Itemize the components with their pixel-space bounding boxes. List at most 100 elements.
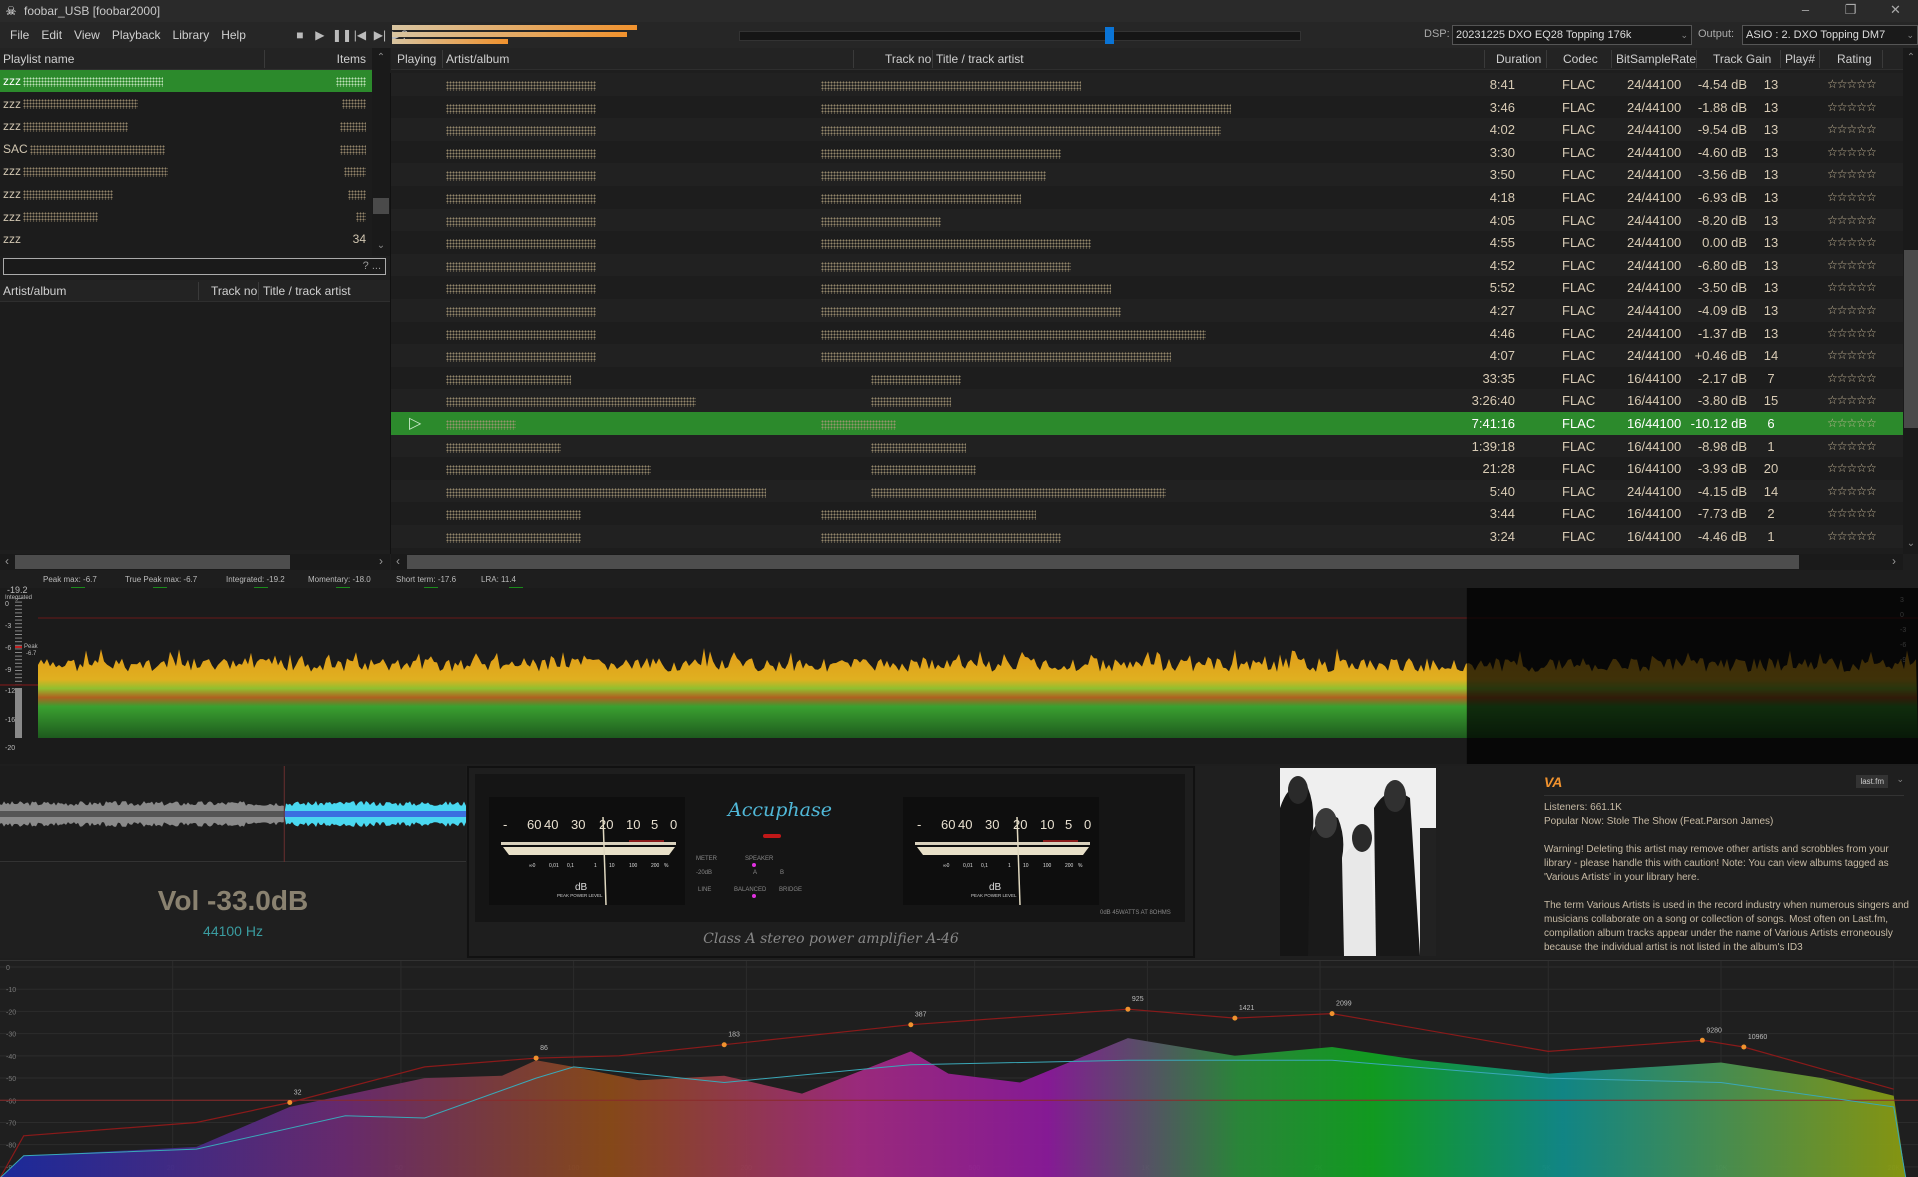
playlist-hscrollbar[interactable]: ‹ › bbox=[391, 554, 1903, 570]
scroll-up-icon[interactable]: ⌃ bbox=[1903, 52, 1918, 66]
playlist-manager-scrollbar[interactable]: ⌃ ⌄ bbox=[372, 48, 390, 256]
library-search-input[interactable]: ? ... bbox=[3, 258, 386, 275]
minimize-button[interactable]: – bbox=[1783, 0, 1828, 22]
playlist-track-row[interactable]: 3:44 FLAC 16/44100 -7.73 dB 2 ☆☆☆☆☆ bbox=[391, 502, 1903, 525]
playlist-track-row[interactable]: 3:24 FLAC 16/44100 -4.46 dB 1 ☆☆☆☆☆ bbox=[391, 525, 1903, 548]
next-icon[interactable]: ▶| bbox=[372, 28, 388, 42]
close-button[interactable]: ✕ bbox=[1873, 0, 1918, 22]
chevron-down-icon[interactable]: ⌄ bbox=[1896, 774, 1904, 785]
playlist-item[interactable]: zzz 34 bbox=[0, 228, 372, 250]
restore-button[interactable]: ❐ bbox=[1828, 0, 1873, 22]
playlist-track-row[interactable]: 3:46 FLAC 24/44100 -1.88 dB 13 ☆☆☆☆☆ bbox=[391, 96, 1903, 119]
track-rating[interactable]: ☆☆☆☆☆ bbox=[1827, 303, 1877, 317]
track-rating[interactable]: ☆☆☆☆☆ bbox=[1827, 416, 1877, 430]
playlist-track-row[interactable]: 4:02 FLAC 24/44100 -9.54 dB 13 ☆☆☆☆☆ bbox=[391, 118, 1903, 141]
column-playing[interactable]: Playing bbox=[397, 52, 436, 66]
playlist-item[interactable]: zzz bbox=[0, 206, 372, 228]
scrollbar-thumb[interactable] bbox=[15, 555, 290, 569]
playlist-track-row[interactable]: 21:28 FLAC 16/44100 -3.93 dB 20 ☆☆☆☆☆ bbox=[391, 457, 1903, 480]
track-rating[interactable]: ☆☆☆☆☆ bbox=[1827, 371, 1877, 385]
column-duration[interactable]: Duration bbox=[1496, 52, 1541, 66]
column-artist-album[interactable]: Artist/album bbox=[3, 284, 66, 298]
scroll-right-icon[interactable]: › bbox=[1887, 554, 1901, 568]
playlist-track-row[interactable]: 8:41 FLAC 24/44100 -4.54 dB 13 ☆☆☆☆☆ bbox=[391, 73, 1903, 96]
playlist-item[interactable]: zzz bbox=[0, 115, 372, 137]
track-rating[interactable]: ☆☆☆☆☆ bbox=[1827, 280, 1877, 294]
library-hscrollbar[interactable]: ‹ › bbox=[0, 554, 390, 570]
menu-playback[interactable]: Playback bbox=[106, 22, 167, 48]
track-rating[interactable]: ☆☆☆☆☆ bbox=[1827, 529, 1877, 543]
volume-meter[interactable] bbox=[392, 25, 742, 45]
playlist-item[interactable]: SAC bbox=[0, 138, 372, 160]
playlist-track-row[interactable]: 3:30 FLAC 24/44100 -4.60 dB 13 ☆☆☆☆☆ bbox=[391, 141, 1903, 164]
playlist-track-row[interactable]: 5:40 FLAC 24/44100 -4.15 dB 14 ☆☆☆☆☆ bbox=[391, 479, 1903, 503]
pause-icon[interactable]: ❚❚ bbox=[332, 28, 352, 42]
playlist-track-row[interactable]: 1:39:18 FLAC 16/44100 -8.98 dB 1 ☆☆☆☆☆ bbox=[391, 434, 1903, 458]
track-rating[interactable]: ☆☆☆☆☆ bbox=[1827, 348, 1877, 362]
column-play-count[interactable]: Play# bbox=[1785, 52, 1815, 66]
scroll-down-icon[interactable]: ⌄ bbox=[1903, 538, 1918, 552]
track-rating[interactable]: ☆☆☆☆☆ bbox=[1827, 190, 1877, 204]
playlist-track-row[interactable]: 4:07 FLAC 24/44100 +0.46 dB 14 ☆☆☆☆☆ bbox=[391, 344, 1903, 367]
playlist-item[interactable]: zzz bbox=[0, 93, 372, 115]
playlist-track-row[interactable]: 4:52 FLAC 24/44100 -6.80 dB 13 ☆☆☆☆☆ bbox=[391, 253, 1903, 277]
column-bitsamplerate[interactable]: BitSampleRate bbox=[1616, 52, 1696, 66]
playlist-track-row[interactable]: 4:05 FLAC 24/44100 -8.20 dB 13 ☆☆☆☆☆ bbox=[391, 208, 1903, 232]
output-select[interactable]: ASIO : 2. DXO Topping DM7 ⌄ bbox=[1742, 25, 1918, 45]
lastfm-source-button[interactable]: last.fm bbox=[1856, 775, 1888, 788]
playlist-track-row[interactable]: 4:27 FLAC 24/44100 -4.09 dB 13 ☆☆☆☆☆ bbox=[391, 299, 1903, 322]
column-title[interactable]: Title / track artist bbox=[936, 52, 1024, 66]
track-rating[interactable]: ☆☆☆☆☆ bbox=[1827, 484, 1877, 498]
column-track-no[interactable]: Track no bbox=[211, 284, 257, 298]
column-artist-album[interactable]: Artist/album bbox=[446, 52, 509, 66]
previous-icon[interactable]: |◀ bbox=[352, 28, 368, 42]
seek-thumb[interactable] bbox=[1104, 27, 1114, 44]
track-rating[interactable]: ☆☆☆☆☆ bbox=[1827, 77, 1877, 91]
playlist-item[interactable]: zzz bbox=[0, 70, 372, 92]
playlist-track-row[interactable]: 33:35 FLAC 16/44100 -2.17 dB 7 ☆☆☆☆☆ bbox=[391, 367, 1903, 390]
playlist-item[interactable]: zzz bbox=[0, 183, 372, 205]
track-rating[interactable]: ☆☆☆☆☆ bbox=[1827, 326, 1877, 340]
menu-library[interactable]: Library bbox=[167, 22, 216, 48]
track-rating[interactable]: ☆☆☆☆☆ bbox=[1827, 258, 1877, 272]
playlist-item[interactable]: zzz bbox=[0, 160, 372, 182]
column-items[interactable]: Items bbox=[337, 52, 366, 66]
track-rating[interactable]: ☆☆☆☆☆ bbox=[1827, 439, 1877, 453]
artist-name[interactable]: VA bbox=[1544, 774, 1562, 790]
playlist-track-row[interactable]: 3:26:40 FLAC 16/44100 -3.80 dB 15 ☆☆☆☆☆ bbox=[391, 389, 1903, 412]
scrollbar-thumb[interactable] bbox=[407, 555, 1799, 569]
scrollbar-thumb[interactable] bbox=[1904, 250, 1918, 428]
scrollbar-thumb[interactable] bbox=[373, 198, 389, 214]
scroll-right-icon[interactable]: › bbox=[374, 554, 388, 568]
scroll-left-icon[interactable]: ‹ bbox=[391, 554, 405, 568]
track-rating[interactable]: ☆☆☆☆☆ bbox=[1827, 213, 1877, 227]
stop-icon[interactable]: ■ bbox=[292, 28, 308, 42]
track-rating[interactable]: ☆☆☆☆☆ bbox=[1827, 506, 1877, 520]
track-rating[interactable]: ☆☆☆☆☆ bbox=[1827, 167, 1877, 181]
column-track-no[interactable]: Track no bbox=[885, 52, 931, 66]
column-title[interactable]: Title / track artist bbox=[263, 284, 351, 298]
waveform-seekbar[interactable] bbox=[0, 766, 466, 862]
playlist-track-row[interactable]: 4:46 FLAC 24/44100 -1.37 dB 13 ☆☆☆☆☆ bbox=[391, 322, 1903, 345]
track-rating[interactable]: ☆☆☆☆☆ bbox=[1827, 235, 1877, 249]
playlist-scrollbar[interactable]: ⌃ ⌄ bbox=[1903, 48, 1918, 554]
playlist-track-row[interactable]: 3:50 FLAC 24/44100 -3.56 dB 13 ☆☆☆☆☆ bbox=[391, 163, 1903, 186]
track-rating[interactable]: ☆☆☆☆☆ bbox=[1827, 393, 1877, 407]
playlist-track-row[interactable]: 4:18 FLAC 24/44100 -6.93 dB 13 ☆☆☆☆☆ bbox=[391, 186, 1903, 209]
scroll-up-icon[interactable]: ⌃ bbox=[372, 52, 390, 66]
waveform[interactable] bbox=[0, 766, 466, 862]
seek-bar[interactable] bbox=[739, 27, 1301, 44]
track-rating[interactable]: ☆☆☆☆☆ bbox=[1827, 100, 1877, 114]
column-playlist-name[interactable]: Playlist name bbox=[3, 52, 74, 66]
dsp-select[interactable]: 20231225 DXO EQ28 Topping 176k ⌄ bbox=[1452, 25, 1692, 45]
playlist-track-row[interactable]: ▷ 7:41:16 FLAC 16/44100 -10.12 dB 6 ☆☆☆☆☆ bbox=[391, 412, 1903, 435]
playlist-track-row[interactable]: 5:52 FLAC 24/44100 -3.50 dB 13 ☆☆☆☆☆ bbox=[391, 276, 1903, 299]
column-track-gain[interactable]: Track Gain bbox=[1713, 52, 1771, 66]
menu-help[interactable]: Help bbox=[215, 22, 252, 48]
menu-view[interactable]: View bbox=[68, 22, 106, 48]
menu-file[interactable]: File bbox=[4, 22, 35, 48]
scroll-left-icon[interactable]: ‹ bbox=[0, 554, 14, 568]
track-rating[interactable]: ☆☆☆☆☆ bbox=[1827, 122, 1877, 136]
scroll-down-icon[interactable]: ⌄ bbox=[372, 240, 390, 254]
track-rating[interactable]: ☆☆☆☆☆ bbox=[1827, 145, 1877, 159]
